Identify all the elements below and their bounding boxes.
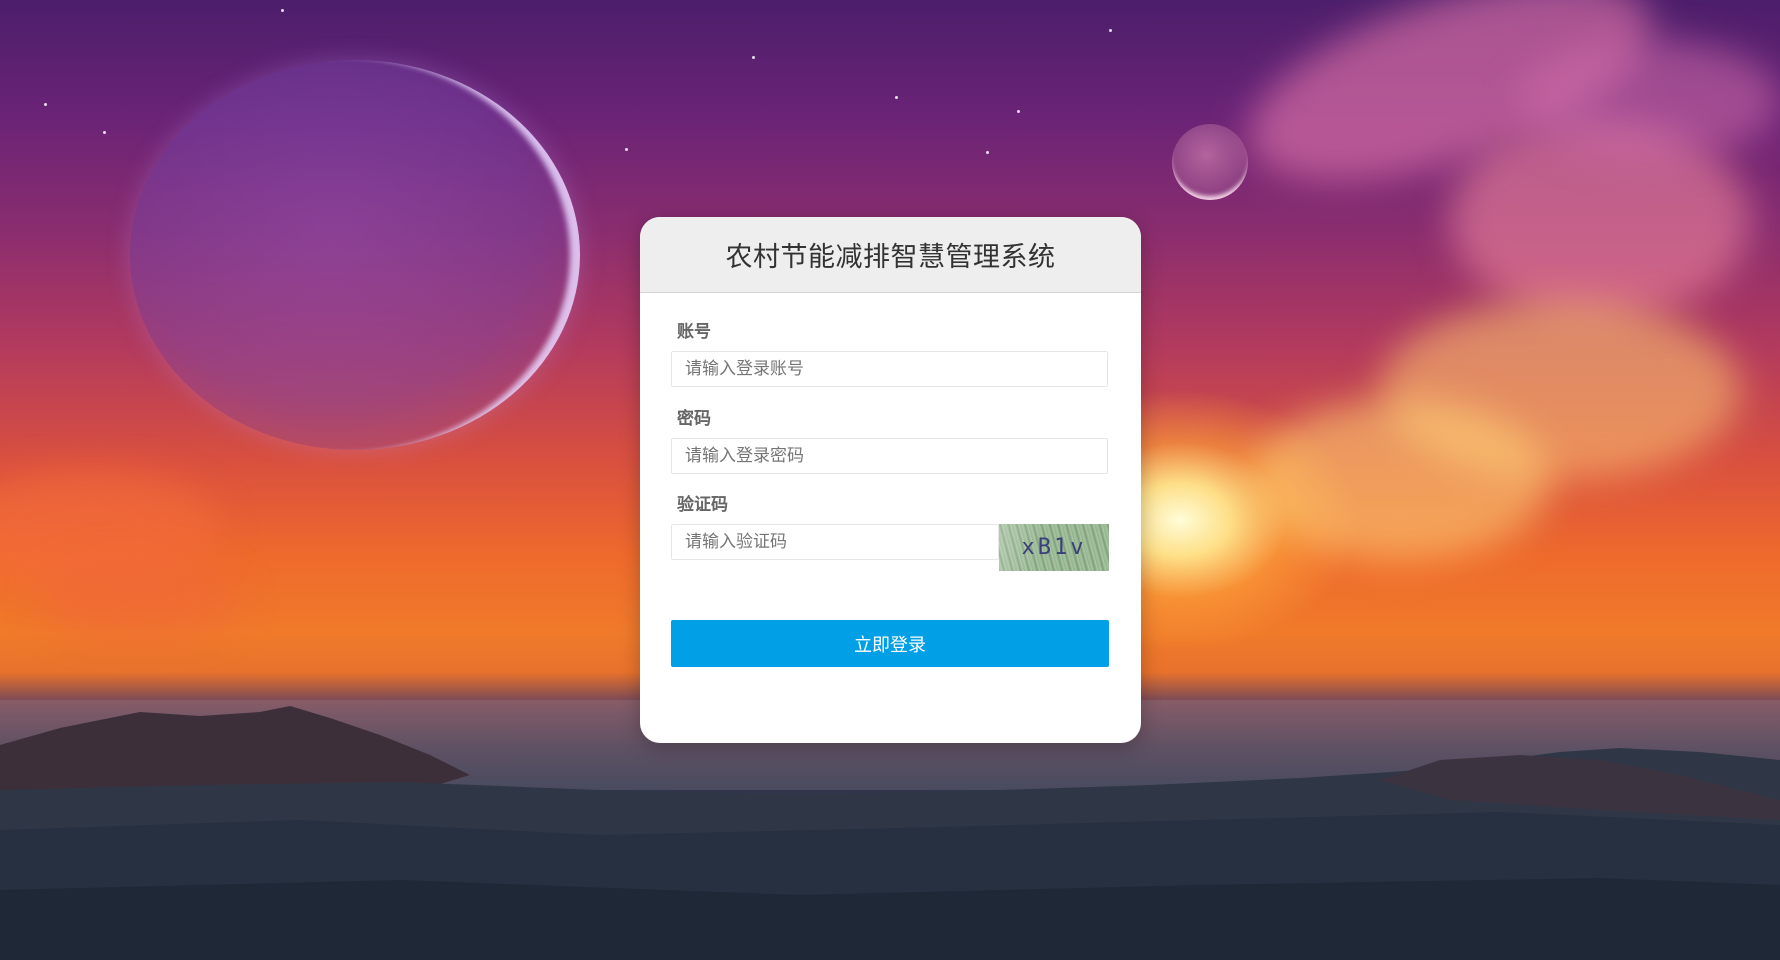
login-panel: 农村节能减排智慧管理系统 账号 密码 验证码 xB1v 立即登录 <box>640 217 1141 743</box>
captcha-code-text: xB1v <box>1021 535 1087 560</box>
password-input[interactable] <box>671 438 1108 474</box>
captcha-image[interactable]: xB1v <box>999 524 1109 571</box>
password-label: 密码 <box>677 409 711 429</box>
account-input[interactable] <box>671 351 1108 387</box>
captcha-label: 验证码 <box>677 495 728 515</box>
captcha-input[interactable] <box>671 524 999 560</box>
login-header: 农村节能减排智慧管理系统 <box>640 217 1141 293</box>
account-label: 账号 <box>677 322 711 342</box>
login-button[interactable]: 立即登录 <box>671 620 1109 667</box>
page-title: 农村节能减排智慧管理系统 <box>725 242 1056 273</box>
